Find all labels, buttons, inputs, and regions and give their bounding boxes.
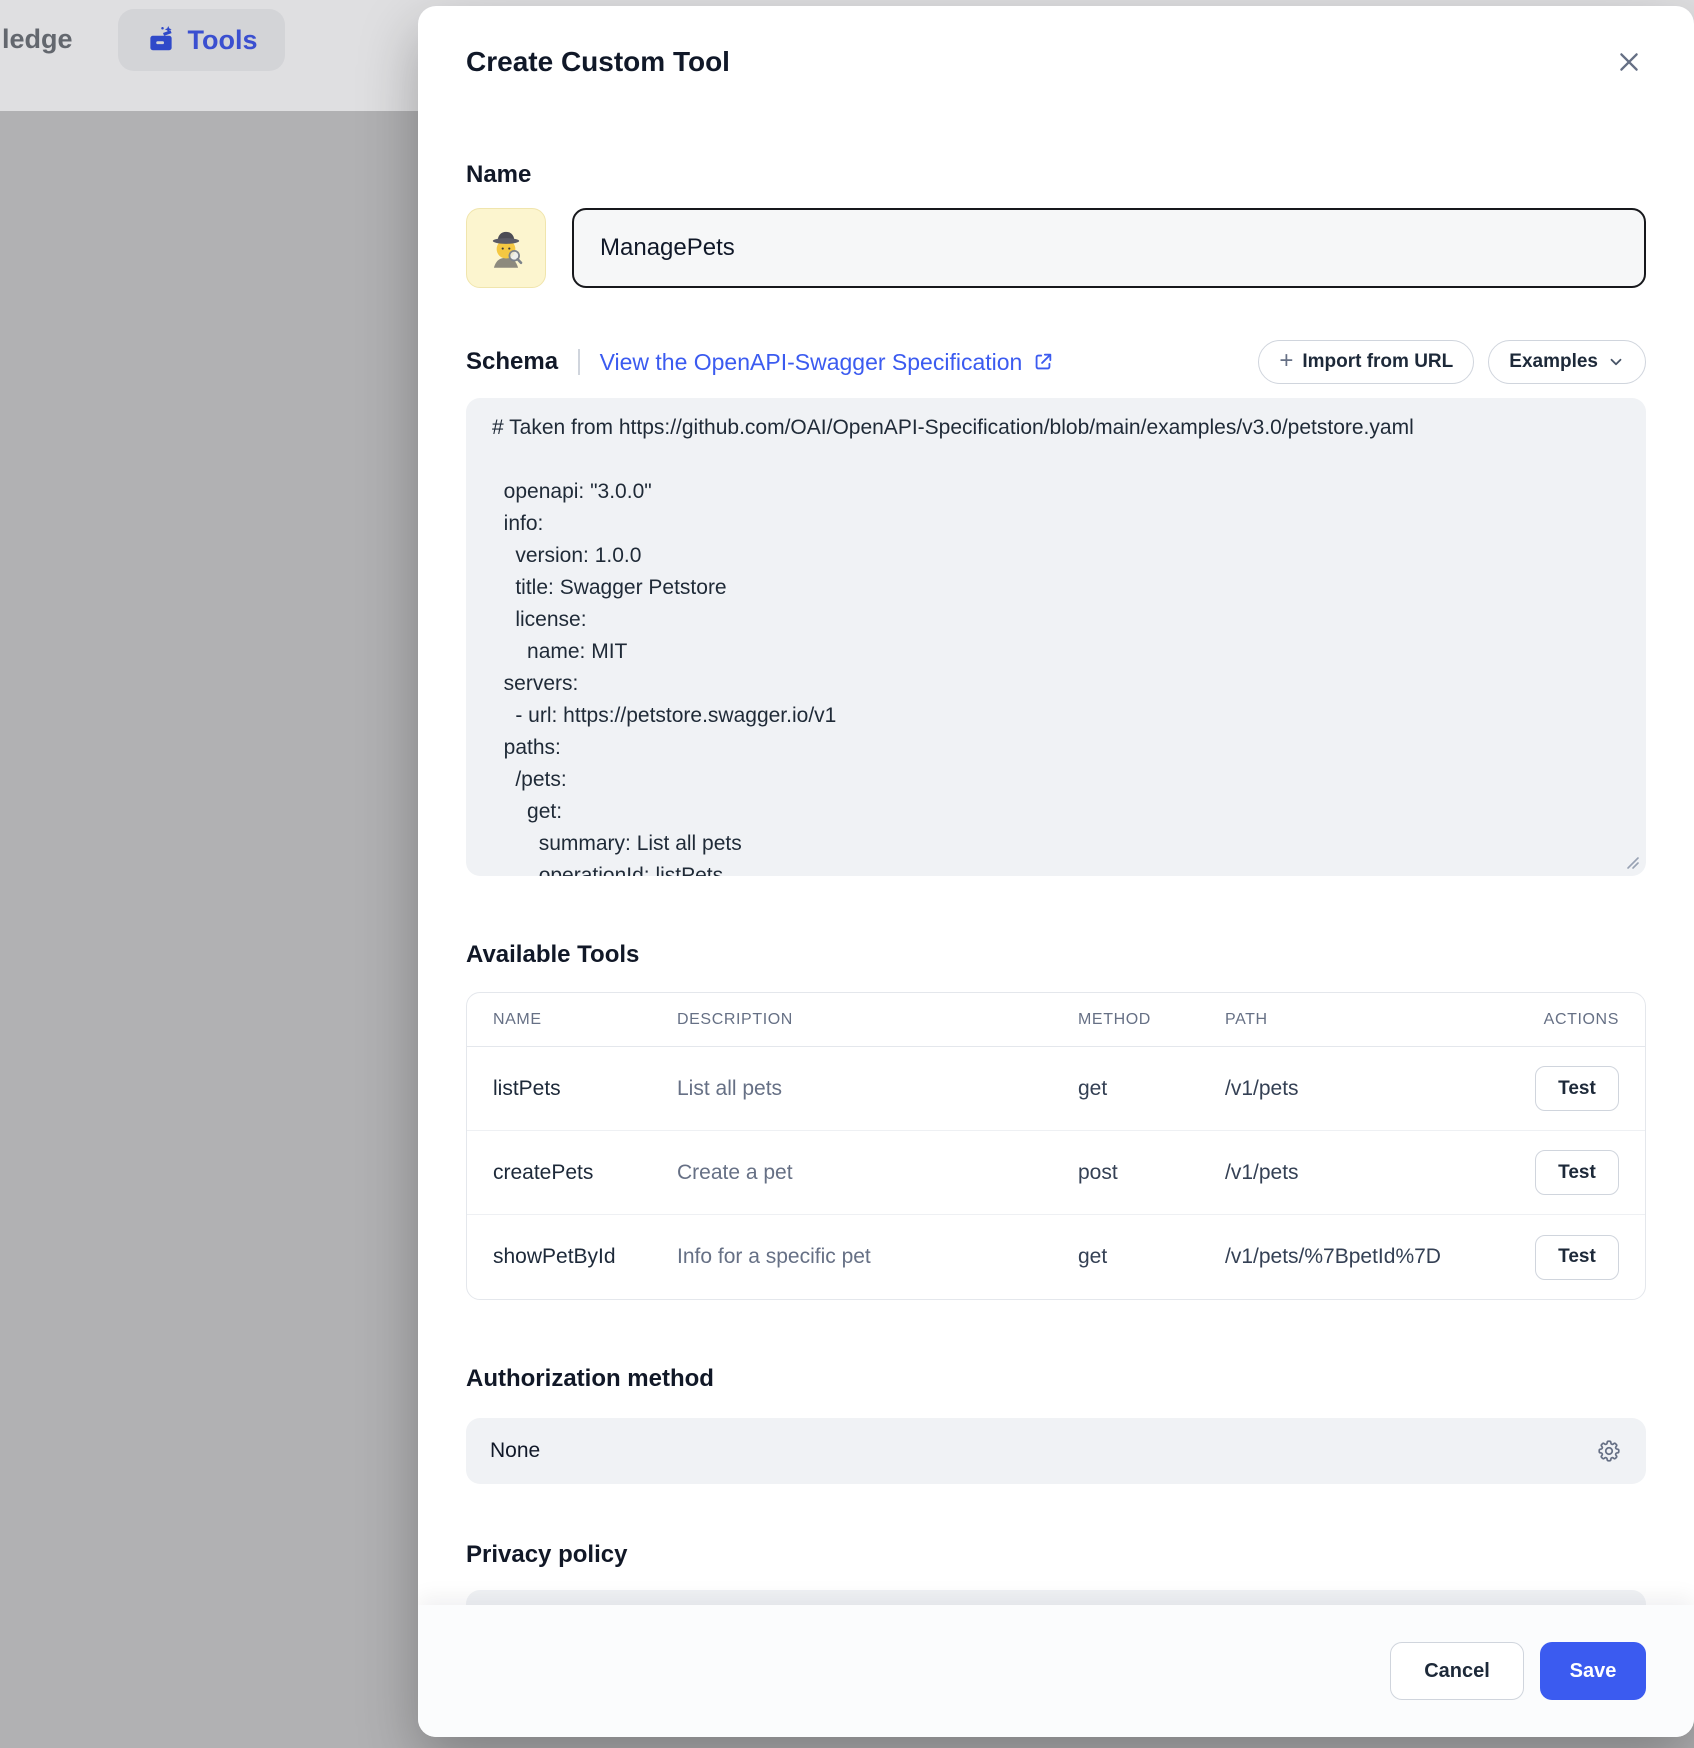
schema-content: # Taken from https://github.com/OAI/Open… [492, 412, 1620, 876]
modal-title: Create Custom Tool [466, 46, 730, 78]
tab-tools-label: Tools [188, 25, 258, 56]
available-tools-heading: Available Tools [466, 940, 1646, 970]
schema-editor[interactable]: # Taken from https://github.com/OAI/Open… [466, 398, 1646, 876]
cancel-button[interactable]: Cancel [1390, 1642, 1524, 1700]
table-row: showPetById Info for a specific pet get … [467, 1215, 1645, 1299]
test-button[interactable]: Test [1535, 1066, 1619, 1111]
authorization-method-label: Authorization method [466, 1364, 1646, 1394]
col-description: DESCRIPTION [677, 1011, 1078, 1029]
modal-footer: Cancel Save [418, 1605, 1694, 1737]
openapi-spec-link[interactable]: View the OpenAPI-Swagger Specification [600, 349, 1055, 376]
tool-method: get [1078, 1077, 1225, 1101]
modal-body: Name Schema [418, 118, 1694, 1605]
tool-path: /v1/pets [1225, 1077, 1509, 1101]
import-from-url-label: Import from URL [1302, 351, 1453, 373]
modal-header: Create Custom Tool [418, 6, 1694, 118]
col-path: PATH [1225, 1011, 1509, 1029]
name-row [466, 208, 1646, 288]
available-tools-table: NAME DESCRIPTION METHOD PATH ACTIONS lis… [466, 992, 1646, 1300]
tool-name: createPets [493, 1161, 677, 1185]
name-section-label: Name [466, 160, 1646, 190]
schema-row: Schema View the OpenAPI-Swagger Specific… [466, 340, 1646, 384]
tools-box-icon [146, 25, 176, 55]
detective-emoji-icon [484, 226, 528, 270]
schema-buttons: + Import from URL Examples [1258, 340, 1646, 384]
tool-path: /v1/pets/%7BpetId%7D [1225, 1245, 1509, 1269]
resize-handle-icon[interactable] [1624, 854, 1640, 870]
table-row: createPets Create a pet post /v1/pets Te… [467, 1131, 1645, 1215]
tab-knowledge[interactable]: ledge [2, 24, 73, 55]
examples-label: Examples [1509, 351, 1598, 373]
save-button[interactable]: Save [1540, 1642, 1646, 1700]
close-icon[interactable] [1612, 45, 1646, 79]
privacy-policy-label: Privacy policy [466, 1540, 1646, 1570]
table-row: listPets List all pets get /v1/pets Test [467, 1047, 1645, 1131]
col-name: NAME [493, 1011, 677, 1029]
tool-name-input[interactable] [572, 208, 1646, 288]
tool-method: post [1078, 1161, 1225, 1185]
divider [578, 349, 580, 375]
schema-section-label: Schema [466, 347, 558, 377]
authorization-method-value: None [490, 1439, 540, 1463]
tool-name: showPetById [493, 1245, 677, 1269]
examples-dropdown-button[interactable]: Examples [1488, 340, 1646, 384]
gear-icon[interactable] [1596, 1438, 1622, 1464]
chevron-down-icon [1607, 353, 1625, 371]
test-button[interactable]: Test [1535, 1150, 1619, 1195]
openapi-spec-link-label: View the OpenAPI-Swagger Specification [600, 349, 1023, 376]
col-method: METHOD [1078, 1011, 1225, 1029]
plus-icon: + [1279, 349, 1293, 373]
test-button[interactable]: Test [1535, 1235, 1619, 1280]
tool-path: /v1/pets [1225, 1161, 1509, 1185]
authorization-method-field[interactable]: None [466, 1418, 1646, 1484]
create-custom-tool-modal: Create Custom Tool Name [418, 6, 1694, 1737]
col-actions: ACTIONS [1544, 1011, 1619, 1029]
privacy-policy-input[interactable] [466, 1590, 1646, 1605]
table-header-row: NAME DESCRIPTION METHOD PATH ACTIONS [467, 993, 1645, 1047]
external-link-icon [1032, 351, 1054, 373]
tool-method: get [1078, 1245, 1225, 1269]
tab-tools[interactable]: Tools [118, 9, 285, 71]
tool-description: List all pets [677, 1077, 1078, 1101]
tool-name: listPets [493, 1077, 677, 1101]
tool-description: Create a pet [677, 1161, 1078, 1185]
tool-icon-picker[interactable] [466, 208, 546, 288]
tool-description: Info for a specific pet [677, 1245, 1078, 1269]
import-from-url-button[interactable]: + Import from URL [1258, 340, 1474, 384]
